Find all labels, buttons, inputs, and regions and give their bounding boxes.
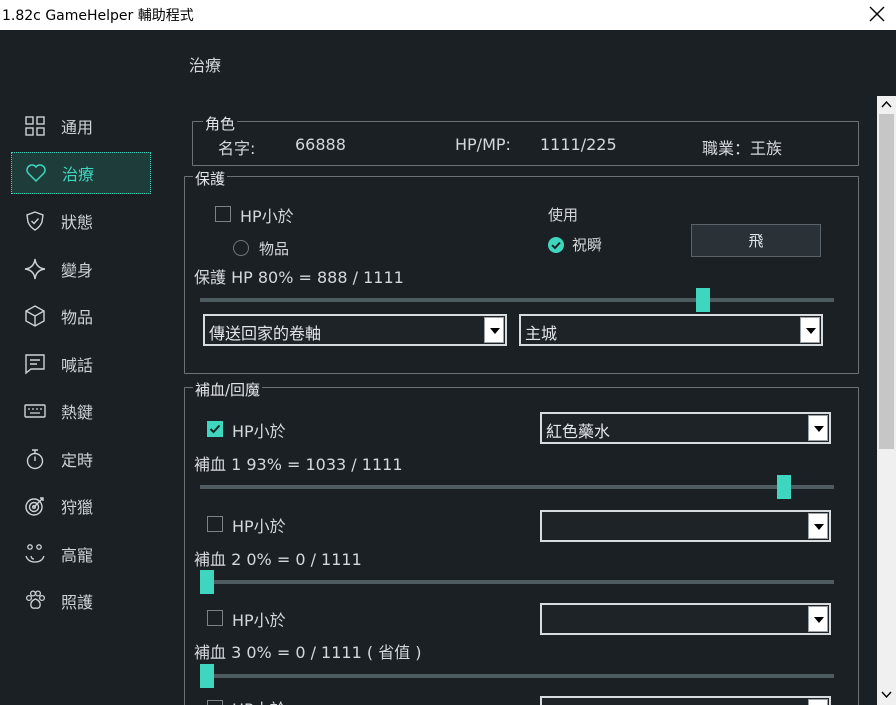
sidebar-item-label: 熱鍵 bbox=[61, 403, 94, 422]
chevron-down-icon[interactable] bbox=[808, 699, 828, 705]
protect-slider-track[interactable] bbox=[200, 298, 834, 302]
vertical-scrollbar[interactable] bbox=[877, 96, 896, 705]
protect-group-title: 保護 bbox=[193, 168, 228, 189]
sidebar-item-label: 喊話 bbox=[61, 356, 94, 375]
sidebar-item-label: 通用 bbox=[61, 118, 94, 137]
heal1-select-value: 紅色藥水 bbox=[546, 422, 611, 441]
sidebar: 通用 治療 狀態 變身 物品 喊話 熱鍵 定時 狩獵 高寵 照護 bbox=[0, 30, 175, 705]
heal1-slider-thumb[interactable] bbox=[776, 475, 791, 499]
sidebar-item-items[interactable]: 物品 bbox=[11, 295, 151, 337]
window-title: 1.82c GameHelper 輔助程式 bbox=[2, 8, 194, 24]
heal2-slider-track[interactable] bbox=[200, 580, 834, 584]
shield-icon bbox=[23, 209, 47, 233]
item-radio-label: 物品 bbox=[259, 240, 290, 258]
sidebar-item-label: 高寵 bbox=[61, 546, 94, 565]
keyboard-icon bbox=[23, 399, 47, 423]
heal-group-title: 補血/回魔 bbox=[193, 379, 263, 400]
name-label: 名字: bbox=[218, 139, 256, 158]
message-icon bbox=[23, 352, 47, 376]
heal3-checkbox[interactable] bbox=[207, 610, 223, 626]
heart-icon bbox=[24, 161, 48, 185]
protect-slider-label: 保護 HP 80% = 888 / 1111 bbox=[194, 268, 404, 287]
heal1-slider-track[interactable] bbox=[200, 485, 834, 489]
title-bar: 1.82c GameHelper 輔助程式 bbox=[0, 0, 896, 30]
grid-icon bbox=[23, 114, 47, 138]
sidebar-item-label: 物品 bbox=[61, 308, 94, 327]
item-radio[interactable] bbox=[233, 240, 249, 256]
target-icon bbox=[23, 494, 47, 518]
chevron-down-icon[interactable] bbox=[800, 317, 820, 343]
heal4-select[interactable] bbox=[540, 696, 831, 705]
sidebar-item-shout[interactable]: 喊話 bbox=[11, 343, 151, 385]
heal3-slider-track[interactable] bbox=[200, 674, 834, 678]
sidebar-item-pet[interactable]: 高寵 bbox=[11, 533, 151, 575]
chevron-down-icon[interactable] bbox=[808, 513, 828, 539]
heal2-checkbox[interactable] bbox=[207, 516, 223, 532]
sidebar-item-label: 治療 bbox=[62, 165, 95, 184]
sidebar-item-label: 狀態 bbox=[61, 213, 94, 232]
sidebar-item-status[interactable]: 狀態 bbox=[11, 200, 151, 242]
heal3-slider-label: 補血 3 0% = 0 / 1111 ( 省值 ) bbox=[194, 643, 422, 662]
sidebar-item-hotkeys[interactable]: 熱鍵 bbox=[11, 390, 151, 432]
heal2-check-label: HP小於 bbox=[232, 517, 286, 536]
bless-radio-label: 祝瞬 bbox=[572, 236, 603, 254]
heal1-check-label: HP小於 bbox=[232, 422, 286, 441]
heal1-select[interactable]: 紅色藥水 bbox=[540, 412, 831, 444]
heal2-slider-label: 補血 2 0% = 0 / 1111 bbox=[194, 550, 362, 569]
sidebar-item-hunt[interactable]: 狩獵 bbox=[11, 485, 151, 527]
heal4-check-label: HP小於 bbox=[232, 696, 286, 705]
heal3-select[interactable] bbox=[540, 603, 831, 635]
check-circle-icon[interactable] bbox=[547, 236, 565, 254]
heal3-check-label: HP小於 bbox=[232, 611, 286, 630]
job-text: 職業：王族 bbox=[702, 139, 783, 158]
heal2-select[interactable] bbox=[540, 510, 831, 542]
sidebar-item-label: 定時 bbox=[61, 451, 94, 470]
timer-icon bbox=[23, 447, 47, 471]
chevron-down-icon[interactable] bbox=[808, 415, 828, 441]
content-panel: 角色 名字: 66888 HP/MP: 1111/225 職業：王族 保護 HP… bbox=[176, 96, 876, 705]
use-label: 使用 bbox=[548, 206, 579, 224]
protect-slider-thumb[interactable] bbox=[696, 288, 710, 312]
scrollbar-thumb[interactable] bbox=[879, 114, 894, 449]
heal1-slider-label: 補血 1 93% = 1033 / 1111 bbox=[194, 455, 403, 474]
character-group-title: 角色 bbox=[203, 113, 238, 134]
heal1-checkbox[interactable] bbox=[207, 421, 223, 437]
sidebar-item-heal[interactable]: 治療 bbox=[11, 152, 151, 194]
sidebar-item-transform[interactable]: 變身 bbox=[11, 248, 151, 290]
cube-icon bbox=[23, 304, 47, 328]
fly-button[interactable]: 飛 bbox=[691, 224, 821, 257]
sparkle-icon bbox=[23, 257, 47, 281]
sidebar-item-general[interactable]: 通用 bbox=[11, 105, 151, 147]
paw-icon bbox=[23, 589, 47, 613]
protect-hp-checkbox[interactable] bbox=[215, 206, 231, 222]
sidebar-item-care[interactable]: 照護 bbox=[11, 580, 151, 622]
sidebar-item-label: 狩獵 bbox=[61, 498, 94, 517]
heal4-checkbox[interactable] bbox=[207, 700, 223, 705]
town-select-value: 主城 bbox=[525, 324, 558, 343]
scroll-down-icon[interactable] bbox=[880, 688, 893, 701]
hpmp-label: HP/MP: bbox=[455, 135, 511, 154]
scroll-up-icon[interactable] bbox=[880, 98, 893, 111]
sidebar-item-label: 變身 bbox=[61, 261, 94, 280]
hpmp-value: 1111/225 bbox=[540, 135, 617, 154]
bubbles-icon bbox=[23, 542, 47, 566]
town-select[interactable]: 主城 bbox=[519, 314, 823, 346]
close-icon[interactable] bbox=[866, 3, 888, 25]
sidebar-item-timer[interactable]: 定時 bbox=[11, 438, 151, 480]
sidebar-item-label: 照護 bbox=[61, 593, 94, 612]
scroll-item-select-value: 傳送回家的卷軸 bbox=[209, 324, 322, 343]
heal2-slider-thumb[interactable] bbox=[200, 570, 214, 594]
protect-hp-check-label: HP小於 bbox=[240, 207, 294, 226]
page-title: 治療 bbox=[189, 56, 222, 75]
name-value: 66888 bbox=[295, 135, 346, 154]
chevron-down-icon[interactable] bbox=[808, 606, 828, 632]
scroll-item-select[interactable]: 傳送回家的卷軸 bbox=[203, 314, 507, 346]
heal3-slider-thumb[interactable] bbox=[200, 664, 214, 688]
chevron-down-icon[interactable] bbox=[484, 317, 504, 343]
